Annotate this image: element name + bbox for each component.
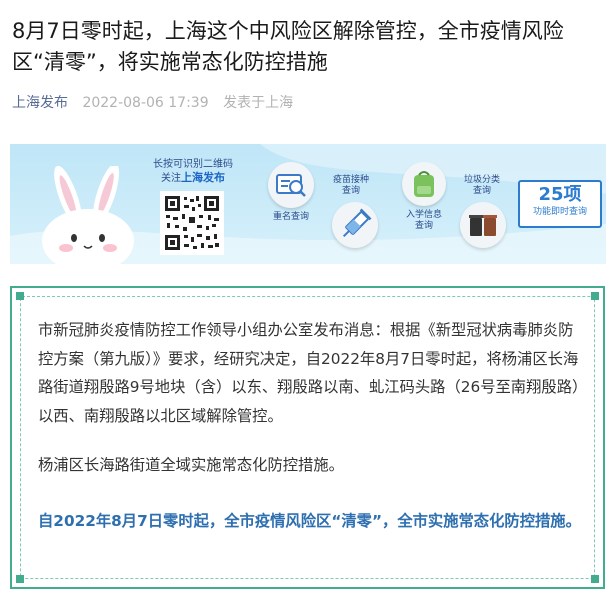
name-search-label: 重名查询 bbox=[272, 212, 309, 222]
school-info-text: 入学信息 查询 bbox=[405, 210, 442, 231]
bunny-mascot-icon bbox=[42, 166, 134, 264]
corner-decoration bbox=[16, 292, 24, 300]
trash-bins-icon bbox=[469, 215, 497, 236]
school-info-label: 入学信息 查询 bbox=[400, 210, 448, 232]
school-bag-icon bbox=[414, 171, 434, 197]
notice-paragraph-2: 杨浦区长海路街道全域实施常态化防控措施。 bbox=[38, 456, 344, 474]
account-link[interactable]: 上海发布 bbox=[12, 95, 68, 111]
qr-caption: 长按可识别二维码 关注上海发布 bbox=[143, 158, 243, 185]
name-search-feature[interactable] bbox=[268, 162, 314, 208]
corner-decoration bbox=[16, 575, 24, 583]
qr-caption-brand: 上海发布 bbox=[181, 171, 225, 184]
notice-highlight-paragraph: 自2022年8月7日零时起，全市疫情风险区“清零”，全市实施常态化防控措施。 bbox=[38, 512, 581, 530]
school-info-feature[interactable] bbox=[402, 162, 446, 206]
publish-date: 2022-08-06 17:39 bbox=[82, 95, 209, 111]
qr-caption-line2: 关注上海发布 bbox=[143, 171, 243, 185]
vaccine-query-feature[interactable] bbox=[332, 202, 378, 248]
qr-caption-line1: 长按可识别二维码 bbox=[153, 159, 233, 170]
corner-decoration bbox=[591, 292, 599, 300]
feature-count-text: 功能即时查询 bbox=[532, 207, 587, 217]
vaccine-query-text: 疫苗接种 查询 bbox=[332, 175, 369, 196]
corner-decoration bbox=[591, 575, 599, 583]
feature-count-number: 25项 bbox=[538, 184, 582, 205]
qr-caption-prefix: 关注 bbox=[161, 173, 181, 184]
vaccine-query-label: 疫苗接种 查询 bbox=[328, 175, 374, 197]
article-title: 8月7日零时起，上海这个中风险区解除管控，全市疫情风险区“清零”，将实施常态化防… bbox=[12, 19, 564, 74]
promo-banner[interactable]: 长按可识别二维码 关注上海发布 重名查询 疫苗接种 查询 入学信息 查询 垃圾分… bbox=[10, 144, 606, 264]
qr-code-icon[interactable] bbox=[160, 191, 224, 255]
syringe-icon bbox=[342, 208, 372, 238]
garbage-query-text: 垃圾分类 查询 bbox=[463, 175, 500, 196]
publish-location: 发表于上海 bbox=[223, 95, 294, 111]
article-meta: 上海发布 2022-08-06 17:39 发表于上海 bbox=[12, 92, 293, 112]
feature-count-badge[interactable]: 25项 功能即时查询 bbox=[518, 180, 602, 228]
notice-paragraph-1: 市新冠肺炎疫情防控工作领导小组办公室发布消息：根据《新型冠状病毒肺炎防控方案（第… bbox=[38, 321, 580, 425]
garbage-query-label: 垃圾分类 查询 bbox=[457, 175, 507, 197]
garbage-query-feature[interactable] bbox=[460, 202, 506, 248]
magnifier-id-icon bbox=[276, 174, 306, 197]
